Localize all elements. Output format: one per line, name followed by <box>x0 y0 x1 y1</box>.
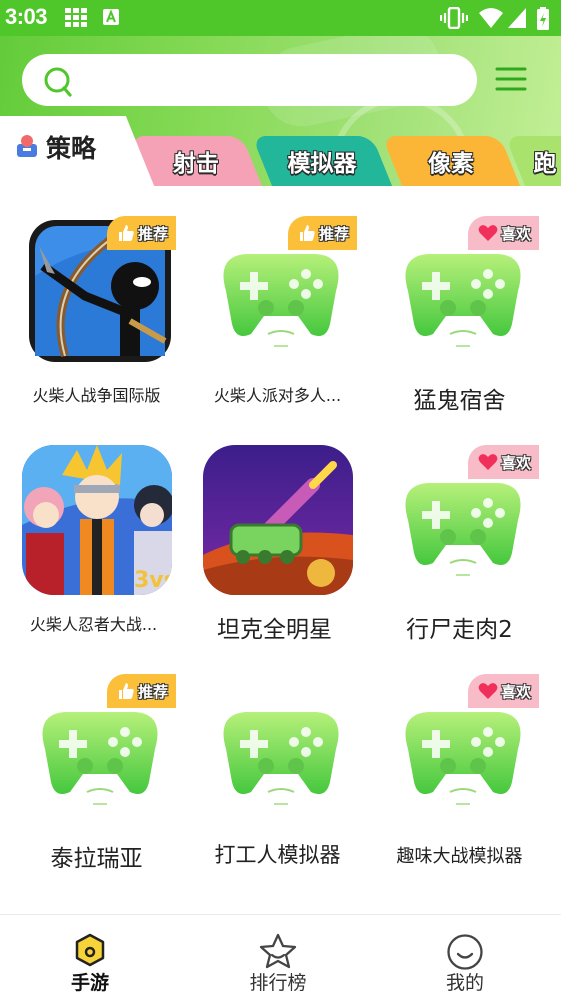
game-card[interactable]: 推荐 火柴人派对多人... <box>186 186 369 416</box>
game-card[interactable]: 打工人模拟器 <box>186 644 369 874</box>
tab-pixel[interactable]: 像素 <box>392 136 510 186</box>
game-name: 猛鬼宿舍 <box>413 388 506 414</box>
game-name: 打工人模拟器 <box>214 843 341 867</box>
heart-icon <box>478 225 498 241</box>
menu-icon[interactable] <box>495 66 527 92</box>
game-name: 坦克全明星 <box>217 617 332 643</box>
signal-icon <box>508 8 526 28</box>
thumbs-up-icon <box>118 225 134 241</box>
grid-app-icon <box>65 8 87 27</box>
game-card[interactable]: 推荐 泰拉瑞亚 <box>5 644 188 874</box>
wifi-icon <box>479 8 503 28</box>
game-card[interactable]: 推荐 火柴人战争国际版 <box>5 186 188 416</box>
strategy-person-icon <box>17 135 37 157</box>
game-icon-tank-stars <box>203 445 353 595</box>
bottom-nav: 手游 排行榜 我的 <box>0 914 561 1002</box>
heart-icon <box>478 454 498 470</box>
smile-face-icon <box>447 934 483 970</box>
tab-strategy[interactable]: 策略 <box>0 116 155 186</box>
recommend-badge: 推荐 <box>287 216 357 250</box>
game-name: 火柴人派对多人... <box>213 386 342 405</box>
game-card[interactable]: 坦克全明星 <box>183 415 366 645</box>
tab-simulator[interactable]: 模拟器 <box>262 136 382 186</box>
game-card[interactable]: 3vs3 火柴人忍者大战... <box>2 415 185 645</box>
game-name: 趣味大战模拟器 <box>396 846 523 867</box>
thumbs-up-icon <box>299 225 315 241</box>
tab-run[interactable]: 跑 <box>515 136 561 186</box>
heart-icon <box>478 683 498 699</box>
nav-mine[interactable]: 我的 <box>405 915 525 1002</box>
like-badge: 喜欢 <box>467 216 539 250</box>
game-grid: 推荐 火柴人战争国际版 推荐 火柴人派对多人... 喜欢 猛鬼宿舍 3vs 火柴… <box>0 186 561 914</box>
svg-text:3vs3: 3vs3 <box>134 568 172 593</box>
game-card[interactable]: 喜欢 行尸走肉2 <box>368 415 551 645</box>
nav-ranking[interactable]: 排行榜 <box>218 915 338 1002</box>
search-icon <box>44 67 72 97</box>
gamepad-icon <box>223 712 339 805</box>
vibrate-icon <box>440 7 468 29</box>
game-name: 火柴人战争国际版 <box>32 386 161 405</box>
like-badge: 喜欢 <box>467 674 539 708</box>
game-card[interactable]: 喜欢 趣味大战模拟器 <box>368 644 551 874</box>
nav-label: 排行榜 <box>249 972 307 994</box>
tab-shooting[interactable]: 射击 <box>140 136 252 186</box>
nav-label: 手游 <box>70 972 109 994</box>
star-icon <box>259 933 297 969</box>
keyboard-a-icon <box>103 9 119 25</box>
like-badge: 喜欢 <box>467 445 539 479</box>
home-hexagon-icon <box>75 933 105 967</box>
status-time: 3:03 <box>5 4 48 29</box>
recommend-badge: 推荐 <box>106 216 176 250</box>
game-icon-ninja-stickman: 3vs3 <box>22 445 172 595</box>
search-bar[interactable] <box>22 54 477 106</box>
game-card[interactable]: 喜欢 猛鬼宿舍 <box>368 186 551 416</box>
status-bar: 3:03 <box>0 0 561 36</box>
recommend-badge: 推荐 <box>106 674 176 708</box>
nav-mobile-games[interactable]: 手游 <box>30 915 150 1002</box>
nav-label: 我的 <box>445 972 484 994</box>
thumbs-up-icon <box>118 683 134 699</box>
tab-strategy-label: 策略 <box>46 134 97 163</box>
game-name: 泰拉瑞亚 <box>50 846 143 872</box>
battery-icon <box>537 7 549 30</box>
game-icon-controller-placeholder <box>206 674 356 824</box>
game-name: 火柴人忍者大战... <box>29 615 158 634</box>
game-name: 行尸走肉2 <box>406 617 513 643</box>
